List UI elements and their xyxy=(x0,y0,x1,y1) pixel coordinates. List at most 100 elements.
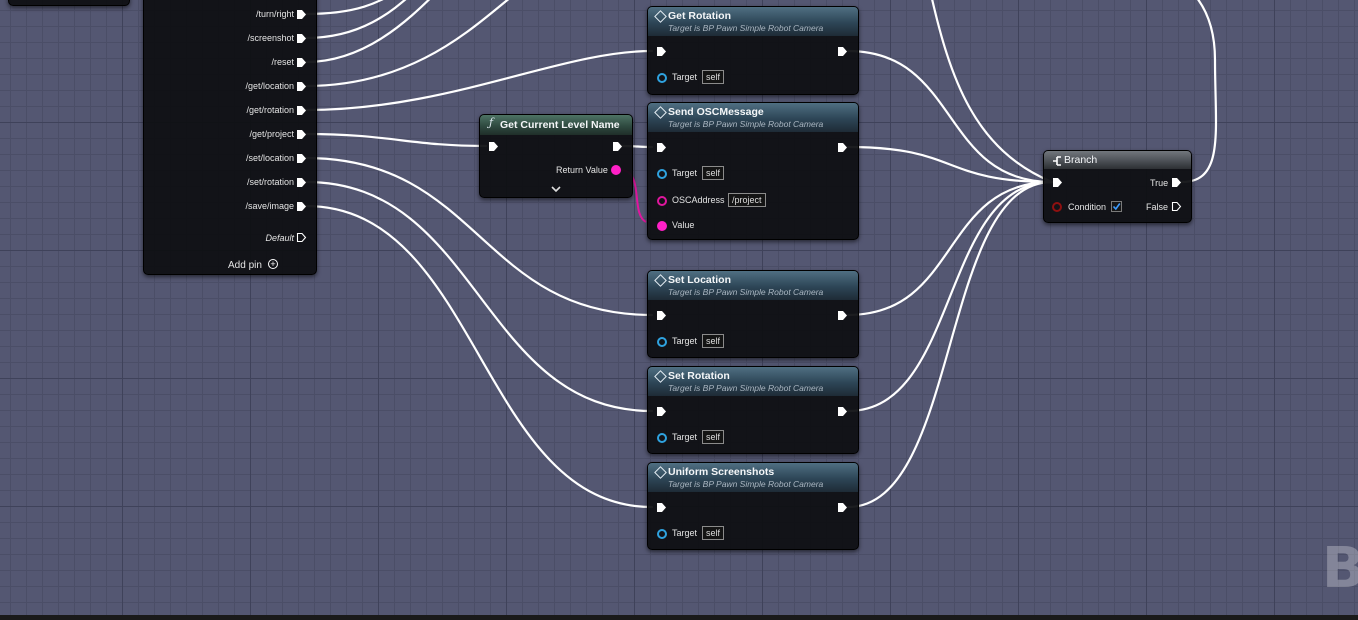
target-value-field[interactable]: self xyxy=(702,166,725,180)
exec-in-pin[interactable] xyxy=(656,406,667,417)
send-osc-message-node[interactable]: Send OSCMessage Target is BP Pawn Simple … xyxy=(647,102,859,240)
target-label: Target xyxy=(672,72,698,82)
node-title: Set Rotation xyxy=(668,370,730,382)
node-title: Branch xyxy=(1064,154,1098,166)
chevron-down-icon[interactable] xyxy=(551,185,561,193)
default-exec-pin[interactable] xyxy=(296,232,307,243)
exec-out-pin[interactable] xyxy=(837,46,848,57)
exec-wire xyxy=(304,180,654,413)
target-label: Target xyxy=(672,528,698,538)
node-title: Uniform Screenshots xyxy=(668,466,775,478)
switch-output-label: /reset xyxy=(271,57,294,67)
exec-in-pin[interactable] xyxy=(656,142,667,153)
exec-wire xyxy=(846,180,1054,413)
exec-wire xyxy=(304,0,431,64)
exec-wire xyxy=(304,204,654,509)
target-pin[interactable] xyxy=(657,529,667,539)
exec-in-pin[interactable] xyxy=(656,310,667,321)
default-label: Default xyxy=(265,233,294,243)
node-subtitle: Target is BP Pawn Simple Robot Camera xyxy=(668,479,824,489)
node-title: Get Rotation xyxy=(668,10,731,22)
target-value-field[interactable]: self xyxy=(702,526,725,540)
true-exec-pin[interactable] xyxy=(1171,177,1182,188)
osc-address-label: OSCAddress xyxy=(672,195,725,205)
set-rotation-node[interactable]: Set Rotation Target is BP Pawn Simple Rob… xyxy=(647,366,859,454)
switch-output-label: /get/rotation xyxy=(246,105,294,115)
node-subtitle: Target is BP Pawn Simple Robot Camera xyxy=(668,119,824,129)
value-label: Value xyxy=(672,220,695,230)
switch-output-label: /save/image xyxy=(245,201,294,211)
exec-out-pin[interactable] xyxy=(837,406,848,417)
value-pin[interactable] xyxy=(657,221,667,231)
target-value-field[interactable]: self xyxy=(702,334,725,348)
switch-output-pin[interactable] xyxy=(296,57,307,68)
switch-output-pin[interactable] xyxy=(296,105,307,116)
exec-wire xyxy=(846,180,1054,317)
exec-wire xyxy=(304,132,488,148)
node-subtitle: Target is BP Pawn Simple Robot Camera xyxy=(668,287,824,297)
condition-pin[interactable] xyxy=(1052,202,1062,212)
exec-in-pin[interactable] xyxy=(656,502,667,513)
target-pin[interactable] xyxy=(657,73,667,83)
switch-output-pin[interactable] xyxy=(296,153,307,164)
target-value-field[interactable]: self xyxy=(702,430,725,444)
return-value-pin[interactable] xyxy=(611,165,621,175)
node-subtitle: Target is BP Pawn Simple Robot Camera xyxy=(668,383,824,393)
switch-output-label: /turn/right xyxy=(255,9,294,19)
switch-output-pin[interactable] xyxy=(296,9,307,20)
condition-label: Condition xyxy=(1068,202,1107,212)
switch-output-label: /get/location xyxy=(245,81,294,91)
exec-out-pin[interactable] xyxy=(612,141,623,152)
true-label: True xyxy=(1150,178,1169,188)
branch-node[interactable]: Branch True Condition False xyxy=(1043,150,1192,223)
return-value-label: Return Value xyxy=(556,165,608,175)
exec-wire xyxy=(304,0,407,40)
branch-icon xyxy=(1053,156,1061,166)
exec-out-pin[interactable] xyxy=(837,502,848,513)
target-pin[interactable] xyxy=(657,169,667,179)
check-icon xyxy=(1112,203,1121,211)
uniform-screenshots-node[interactable]: Uniform Screenshots Target is BP Pawn Sim… xyxy=(647,462,859,550)
osc-address-pin[interactable] xyxy=(657,196,667,206)
exec-wire xyxy=(304,49,654,112)
node-subtitle: Target is BP Pawn Simple Robot Camera xyxy=(668,23,824,33)
bottom-bar xyxy=(0,615,1358,620)
target-pin[interactable] xyxy=(657,337,667,347)
get-current-level-name-node[interactable]: ƒ Get Current Level Name Return Value xyxy=(479,114,633,198)
node-title: Set Location xyxy=(668,274,732,286)
target-value-field[interactable]: self xyxy=(702,70,725,84)
switch-output-pin[interactable] xyxy=(296,177,307,188)
exec-in-pin[interactable] xyxy=(1052,177,1063,188)
switch-output-pin[interactable] xyxy=(296,81,307,92)
osc-address-field[interactable]: /project xyxy=(728,193,766,207)
switch-output-pin[interactable] xyxy=(296,33,307,44)
exec-wire xyxy=(304,0,384,16)
exec-out-pin[interactable] xyxy=(837,142,848,153)
exec-in-pin[interactable] xyxy=(488,141,499,152)
add-pin-label[interactable]: Add pin xyxy=(228,260,262,271)
switch-output-pin[interactable] xyxy=(296,201,307,212)
exec-wire xyxy=(846,180,1054,509)
switch-output-label: /set/location xyxy=(245,153,294,163)
plus-circle-icon[interactable]: + xyxy=(268,259,278,269)
exec-out-pin[interactable] xyxy=(837,310,848,321)
exec-wire xyxy=(931,0,1054,184)
target-pin[interactable] xyxy=(657,433,667,443)
false-exec-pin[interactable] xyxy=(1171,201,1182,212)
node-title: Get Current Level Name xyxy=(500,119,620,131)
get-rotation-node[interactable]: Get Rotation Target is BP Pawn Simple Rob… xyxy=(647,6,859,95)
node-title: Send OSCMessage xyxy=(668,106,764,118)
partial-node[interactable] xyxy=(8,0,130,6)
switch-on-string-node[interactable]: /turn/right/screenshot/reset/get/locatio… xyxy=(143,0,317,275)
set-location-node[interactable]: Set Location Target is BP Pawn Simple Rob… xyxy=(647,270,859,358)
switch-output-label: /get/project xyxy=(249,129,294,139)
exec-wire xyxy=(846,49,1054,184)
switch-output-pin[interactable] xyxy=(296,129,307,140)
target-label: Target xyxy=(672,336,698,346)
exec-wire xyxy=(304,0,510,88)
switch-output-label: /screenshot xyxy=(247,33,294,43)
exec-in-pin[interactable] xyxy=(656,46,667,57)
exec-wire xyxy=(846,145,1054,184)
false-label: False xyxy=(1146,202,1169,212)
condition-checkbox[interactable] xyxy=(1111,201,1122,212)
